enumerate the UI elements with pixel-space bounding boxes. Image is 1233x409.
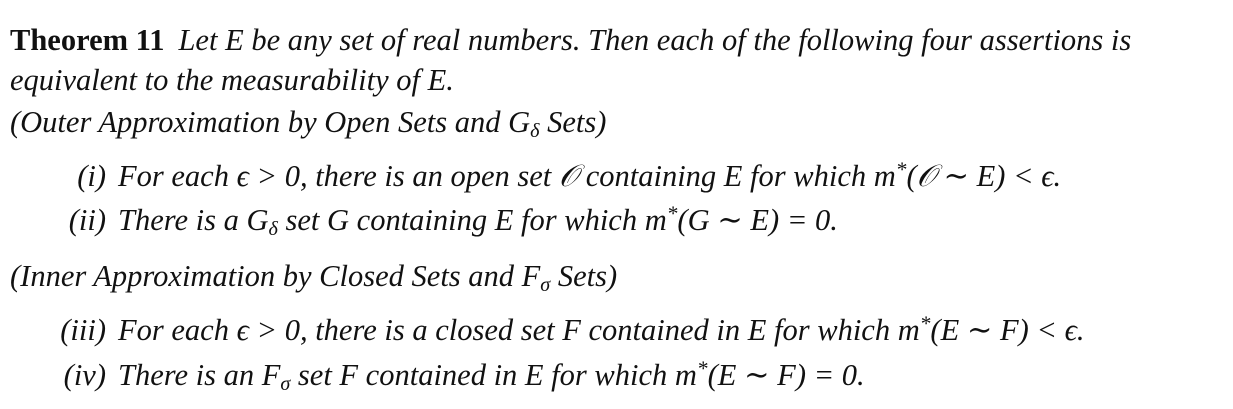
assertion-iii: (iii) For each ϵ > 0, there is a closed s…	[10, 311, 1085, 348]
assertion-iv-text-post: (E ∼ F) = 0.	[707, 358, 865, 392]
assertion-i: (i) For each ϵ > 0, there is an open set …	[10, 158, 1061, 194]
inner-heading-pre: (Inner Approximation by Closed Sets and …	[10, 259, 541, 293]
assertion-iv-text-pre: There is an F	[118, 358, 281, 392]
assertion-iii-text-pre: For each ϵ > 0, there is a closed set F …	[118, 313, 920, 347]
assertion-ii-text-post: (G ∼ E) = 0.	[677, 203, 838, 237]
assertion-ii-sup: *	[666, 201, 678, 226]
theorem-label: Theorem 11	[10, 23, 165, 57]
assertion-iv-sub: σ	[280, 373, 291, 396]
assertion-i-text-pre: For each ϵ > 0, there is an open set 𝒪 c…	[118, 159, 896, 193]
outer-approximation-heading: (Outer Approximation by Open Sets and Gδ…	[10, 104, 607, 141]
theorem-statement-line2: equivalent to the measurability of E.	[10, 63, 454, 97]
assertion-ii-index: (ii)	[68, 203, 106, 237]
assertion-iv-sup: *	[696, 356, 708, 381]
assertion-ii-text-mid: set G containing E for which m	[277, 203, 667, 237]
assertion-iii-index: (iii)	[60, 313, 106, 347]
assertion-iii-text-post: (E ∼ F) < ϵ.	[930, 313, 1085, 347]
inner-heading-sub: σ	[540, 274, 551, 297]
theorem-statement-line1: Let E be any set of real numbers. Then e…	[178, 23, 1132, 57]
assertion-iv-index: (iv)	[63, 358, 106, 392]
assertion-ii-sub: δ	[268, 218, 278, 241]
assertion-ii-text-pre: There is a G	[118, 203, 269, 237]
outer-heading-post: Sets)	[539, 105, 607, 139]
inner-approximation-heading: (Inner Approximation by Closed Sets and …	[10, 258, 618, 297]
theorem-first-line: Theorem 11 Let E be any set of real numbe…	[10, 22, 1131, 58]
inner-heading-post: Sets)	[550, 259, 618, 293]
assertion-i-sup: *	[895, 157, 907, 182]
outer-heading-pre: (Outer Approximation by Open Sets and G	[10, 105, 531, 139]
assertion-iv-text-mid: set F contained in E for which m	[290, 358, 697, 392]
assertion-iii-sup: *	[919, 311, 931, 336]
assertion-i-text-post: (𝒪 ∼ E) < ϵ.	[906, 159, 1062, 193]
theorem-page: Theorem 11 Let E be any set of real numbe…	[0, 0, 1233, 409]
assertion-iv: (iv) There is an Fσ set F contained in E …	[10, 356, 865, 396]
assertion-i-index: (i)	[77, 159, 106, 193]
assertion-ii: (ii) There is a Gδ set G containing E for…	[10, 201, 838, 241]
